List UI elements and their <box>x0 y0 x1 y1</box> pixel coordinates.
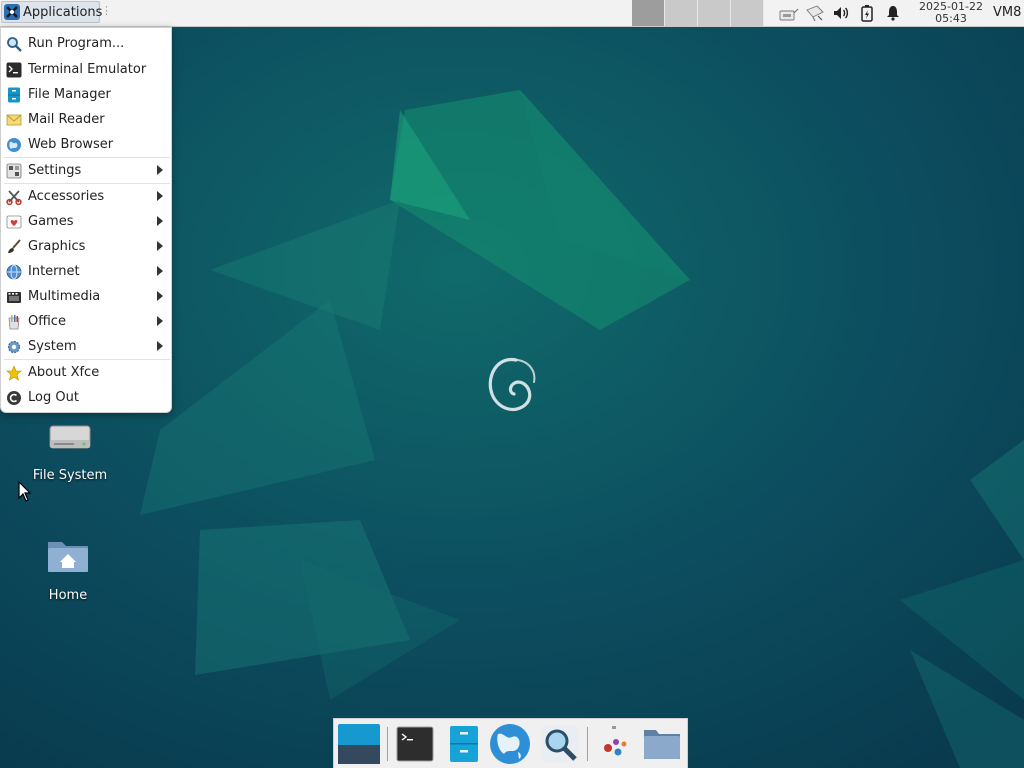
submenu-arrow-icon <box>157 316 163 326</box>
bottom-dock <box>333 718 688 768</box>
log-out-icon <box>6 390 22 406</box>
home-folder-icon <box>44 532 92 584</box>
dock-app-finder-button[interactable] <box>538 723 582 765</box>
workspace-button[interactable] <box>632 0 665 26</box>
menu-item-label: Log Out <box>28 390 79 405</box>
dock-separator <box>387 727 388 761</box>
system-tray <box>778 2 904 24</box>
menu-item-label: System <box>28 339 77 354</box>
mouse-cursor-icon <box>18 481 32 502</box>
menu-item-label: Mail Reader <box>28 112 105 127</box>
menu-item-label: Accessories <box>28 189 105 204</box>
xfce-logo-icon <box>4 4 20 20</box>
battery-icon[interactable] <box>856 2 878 24</box>
dock-separator <box>587 727 588 761</box>
menu-item-label: Games <box>28 214 74 229</box>
applications-menu: Run Program... Terminal Emulator File Mana… <box>0 27 172 413</box>
submenu-arrow-icon <box>157 241 163 251</box>
menu-item-label: Multimedia <box>28 289 101 304</box>
web-browser-icon <box>488 722 532 766</box>
network-disconnected-icon[interactable] <box>804 2 826 24</box>
web-browser-icon <box>6 137 22 153</box>
workspace-button[interactable] <box>698 0 731 26</box>
menu-item-graphics[interactable]: Graphics <box>4 234 170 259</box>
dock-settings-manager-button[interactable] <box>592 723 636 765</box>
dock-show-desktop-button[interactable] <box>337 723 381 765</box>
menu-item-accessories[interactable]: Accessories <box>4 184 170 209</box>
submenu-arrow-icon <box>157 191 163 201</box>
menu-item-office[interactable]: Office <box>4 309 170 334</box>
menu-item-label: Office <box>28 314 66 329</box>
panel-handle[interactable]: ⋮ <box>101 4 112 17</box>
menu-item-mail-reader[interactable]: Mail Reader <box>4 107 170 132</box>
notification-bell-icon[interactable] <box>882 2 904 24</box>
menu-item-terminal-emulator[interactable]: Terminal Emulator <box>4 57 170 82</box>
menu-item-label: File Manager <box>28 87 111 102</box>
top-panel: Applications ⋮ 2025-01-22 05:43 VM8 <box>0 0 1024 27</box>
terminal-icon <box>6 62 22 78</box>
menu-item-log-out[interactable]: Log Out <box>4 385 170 410</box>
menu-item-games[interactable]: Games <box>4 209 170 234</box>
file-manager-icon <box>448 725 480 763</box>
menu-item-settings[interactable]: Settings <box>4 158 170 183</box>
menu-item-file-manager[interactable]: File Manager <box>4 82 170 107</box>
terminal-icon <box>396 726 434 762</box>
workspace-button[interactable] <box>665 0 698 26</box>
settings-icon <box>6 163 22 179</box>
menu-item-label: Graphics <box>28 239 86 254</box>
desktop-icon-label: Home <box>48 588 88 603</box>
desktop-icon-file-system[interactable]: File System <box>20 412 120 483</box>
file-manager-icon <box>6 87 22 103</box>
applications-label: Applications <box>23 4 103 20</box>
hostname-label: VM8 <box>993 5 1022 20</box>
internet-icon <box>6 264 22 280</box>
menu-item-label: Run Program... <box>28 36 125 51</box>
menu-item-run-program[interactable]: Run Program... <box>4 31 170 56</box>
app-finder-icon <box>541 725 579 763</box>
menu-item-label: Terminal Emulator <box>28 62 147 77</box>
menu-item-about-xfce[interactable]: About Xfce <box>4 360 170 385</box>
menu-item-label: About Xfce <box>28 365 100 380</box>
menu-item-label: Web Browser <box>28 137 114 152</box>
dock-file-manager-button[interactable] <box>442 723 486 765</box>
menu-item-internet[interactable]: Internet <box>4 259 170 284</box>
submenu-arrow-icon <box>157 266 163 276</box>
submenu-arrow-icon <box>157 165 163 175</box>
clock-time: 05:43 <box>935 12 967 25</box>
menu-item-system[interactable]: System <box>4 334 170 359</box>
menu-item-web-browser[interactable]: Web Browser <box>4 132 170 157</box>
multimedia-icon <box>6 289 22 305</box>
applications-menu-button[interactable]: Applications <box>1 1 103 23</box>
settings-manager-icon <box>594 724 634 764</box>
dock-folder-button[interactable] <box>640 723 684 765</box>
games-icon <box>6 214 22 230</box>
desktop-icon-label: File System <box>32 468 108 483</box>
menu-item-label: Settings <box>28 163 82 178</box>
dock-web-browser-button[interactable] <box>488 723 532 765</box>
workspace-switcher <box>632 0 764 26</box>
dock-terminal-button[interactable] <box>393 723 437 765</box>
run-program-icon <box>6 36 22 52</box>
show-desktop-icon <box>337 723 381 765</box>
accessories-icon <box>6 189 22 205</box>
desktop-icon-home[interactable]: Home <box>18 532 118 603</box>
office-icon <box>6 314 22 330</box>
submenu-arrow-icon <box>157 216 163 226</box>
submenu-arrow-icon <box>157 291 163 301</box>
menu-item-label: Internet <box>28 264 80 279</box>
clock[interactable]: 2025-01-22 05:43 <box>913 1 989 25</box>
star-icon <box>6 364 22 381</box>
workspace-button[interactable] <box>731 0 764 26</box>
drive-icon <box>46 412 94 464</box>
network-wired-icon[interactable] <box>778 2 800 24</box>
volume-icon[interactable] <box>830 2 852 24</box>
submenu-arrow-icon <box>157 341 163 351</box>
menu-item-multimedia[interactable]: Multimedia <box>4 284 170 309</box>
graphics-icon <box>6 238 22 255</box>
system-icon <box>6 339 22 355</box>
folder-icon <box>642 726 682 762</box>
mail-icon <box>6 112 22 128</box>
